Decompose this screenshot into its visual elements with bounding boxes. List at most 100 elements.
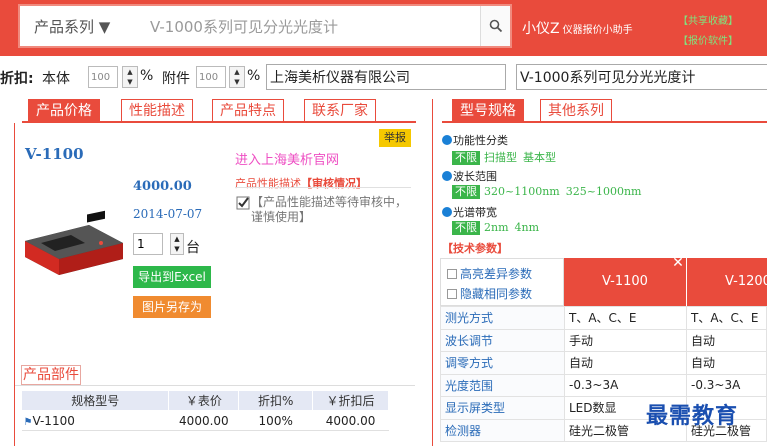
filter-bandwidth-title: 光谱带宽 xyxy=(442,204,497,220)
highlight-diff-checkbox[interactable]: 高亮差异参数 xyxy=(447,265,532,282)
check-circle-icon xyxy=(442,171,452,181)
tech-params-title: 【技术参数】 xyxy=(442,242,508,255)
check-circle-icon xyxy=(442,135,452,145)
col-after-discount: ￥折扣后 xyxy=(312,390,389,411)
close-icon[interactable]: ✕ xyxy=(672,256,684,270)
spec-value: -0.3~3A xyxy=(564,373,687,397)
watermark: 最需教育 xyxy=(646,403,739,429)
filter-all-tag[interactable]: 不限 xyxy=(452,151,480,165)
search-button[interactable] xyxy=(480,6,510,46)
product-panel: V-1100 4000.00 2014-07-07 ▲▼ 台 导出到Excel … xyxy=(14,123,416,446)
filter-function-options: 不限 扫描型 基本型 xyxy=(452,149,562,165)
discount-label: 折扣: xyxy=(0,71,34,87)
spec-key: 光度范围 xyxy=(440,373,565,397)
performance-description-heading: 产品性能描述【审核情况】 xyxy=(235,175,367,191)
company-field[interactable] xyxy=(266,64,506,90)
filter-bandwidth-options: 不限 2nm 4nm xyxy=(452,221,545,235)
spec-value: T、A、C、E xyxy=(686,306,767,330)
review-status-link[interactable]: 【审核情况】 xyxy=(301,177,367,190)
spec-value: 自动 xyxy=(686,328,767,352)
filter-option[interactable]: 325~1000nm xyxy=(566,185,642,198)
body-discount-input[interactable] xyxy=(88,66,118,88)
cell-discount: 100% xyxy=(238,410,313,431)
filter-option[interactable]: 320~1100nm xyxy=(484,185,560,198)
checkbox-icon xyxy=(447,269,457,279)
spec-column-header: V-1200 xyxy=(687,258,767,306)
percent-label: % xyxy=(140,68,154,84)
accessory-discount-stepper[interactable]: ▲ ▼ xyxy=(229,66,245,88)
spec-value: 自动 xyxy=(564,351,687,375)
hide-same-checkbox[interactable]: 隐藏相同参数 xyxy=(447,285,532,302)
table-row: 波长调节 手动 自动 xyxy=(440,328,767,352)
accessory-discount-input[interactable] xyxy=(196,66,226,88)
check-circle-icon xyxy=(442,207,452,217)
spec-column-header: V-1100 ✕ xyxy=(564,256,686,306)
product-date: 2014-07-07 xyxy=(133,207,203,221)
body-label: 本体 xyxy=(42,71,70,87)
brand: 小仪Z 仪器报价小助手 xyxy=(522,18,633,38)
column-model-label: V-1100 xyxy=(602,274,648,289)
brand-name: 小仪Z xyxy=(522,21,560,37)
brand-tagline: 仪器报价小助手 xyxy=(562,25,633,36)
category-select[interactable]: 产品系列 ▼ xyxy=(34,16,110,37)
official-site-link[interactable]: 进入上海美析官网 xyxy=(235,149,339,168)
parts-title: 产品部件 xyxy=(21,365,81,385)
quote-software-link[interactable]: 【报价软件】 xyxy=(678,32,738,52)
table-row: 光度范围 -0.3~3A -0.3~3A xyxy=(440,373,767,397)
accessory-label: 附件 xyxy=(162,71,190,87)
spec-value: 手动 xyxy=(564,328,687,352)
save-image-button[interactable]: 图片另存为 xyxy=(133,296,211,318)
divider xyxy=(15,385,415,386)
filter-option[interactable]: 2nm xyxy=(484,221,509,234)
spec-value: T、A、C、E xyxy=(564,306,687,330)
right-tab-bar: 型号规格 其他系列 xyxy=(442,99,767,123)
quantity-stepper[interactable]: ▲ ▼ xyxy=(170,233,184,255)
top-bar: 产品系列 ▼ 小仪Z仪器报价小助手 【共享收藏】 【报价软件】 xyxy=(0,0,767,56)
parts-table: 规格型号 ￥表价 折扣% ￥折扣后 ⚑V-1100 4000.00 100% 4… xyxy=(20,390,389,431)
spec-value: -0.3~3A xyxy=(686,373,767,397)
tab-product-price[interactable]: 产品价格 xyxy=(28,99,100,121)
spec-key: 波长调节 xyxy=(440,328,565,352)
filter-option[interactable]: 4nm xyxy=(515,221,540,234)
filter-all-tag[interactable]: 不限 xyxy=(452,221,480,235)
filter-function-title: 功能性分类 xyxy=(442,132,508,148)
spec-value: 自动 xyxy=(686,351,767,375)
spec-key: 显示屏类型 xyxy=(440,396,565,420)
product-field[interactable] xyxy=(516,64,767,90)
col-discount: 折扣% xyxy=(238,390,314,411)
filter-all-tag[interactable]: 不限 xyxy=(452,185,480,199)
search-input[interactable] xyxy=(150,14,460,40)
tab-features[interactable]: 产品特点 xyxy=(212,99,284,121)
filter-wavelength-title: 波长范围 xyxy=(442,168,497,184)
discount-row: 折扣: 本体 ▲▼ % 附件 ▲▼ % xyxy=(0,64,767,90)
percent-label-2: % xyxy=(247,68,261,84)
spec-key: 调零方式 xyxy=(440,351,565,375)
tab-performance[interactable]: 性能描述 xyxy=(121,99,193,121)
top-links: 【共享收藏】 【报价软件】 xyxy=(678,12,738,52)
table-row: 测光方式 T、A、C、E T、A、C、E xyxy=(440,306,767,330)
col-list-price: ￥表价 xyxy=(168,390,240,411)
tab-contact[interactable]: 联系厂家 xyxy=(304,99,376,121)
tab-other-series[interactable]: 其他系列 xyxy=(540,99,612,121)
report-button[interactable]: 举报 xyxy=(379,129,411,147)
body-discount-stepper[interactable]: ▲ ▼ xyxy=(122,66,138,88)
tab-model-spec[interactable]: 型号规格 xyxy=(452,99,524,121)
cell-list-price: 4000.00 xyxy=(168,410,239,431)
search-box: 产品系列 ▼ xyxy=(18,4,512,48)
col-model: 规格型号 xyxy=(20,390,170,411)
quantity-input[interactable] xyxy=(133,233,163,255)
cell-model: ⚑V-1100 xyxy=(21,410,169,431)
table-row[interactable]: ⚑V-1100 4000.00 100% 4000.00 xyxy=(21,410,389,431)
filter-option[interactable]: 基本型 xyxy=(523,151,556,164)
export-excel-button[interactable]: 导出到Excel xyxy=(133,266,211,288)
product-price: 4000.00 xyxy=(133,179,192,194)
spec-options: 高亮差异参数 隐藏相同参数 xyxy=(440,258,564,306)
filter-option[interactable]: 扫描型 xyxy=(484,151,517,164)
perf-desc-label: 产品性能描述 xyxy=(235,177,301,190)
left-tab-bar: 产品价格 性能描述 产品特点 联系厂家 xyxy=(22,99,416,123)
spec-key: 测光方式 xyxy=(440,306,565,330)
share-favorites-link[interactable]: 【共享收藏】 xyxy=(678,12,738,32)
checkbox-icon xyxy=(447,289,457,299)
quantity-unit: 台 xyxy=(186,240,200,256)
spec-key: 检测器 xyxy=(440,418,565,442)
